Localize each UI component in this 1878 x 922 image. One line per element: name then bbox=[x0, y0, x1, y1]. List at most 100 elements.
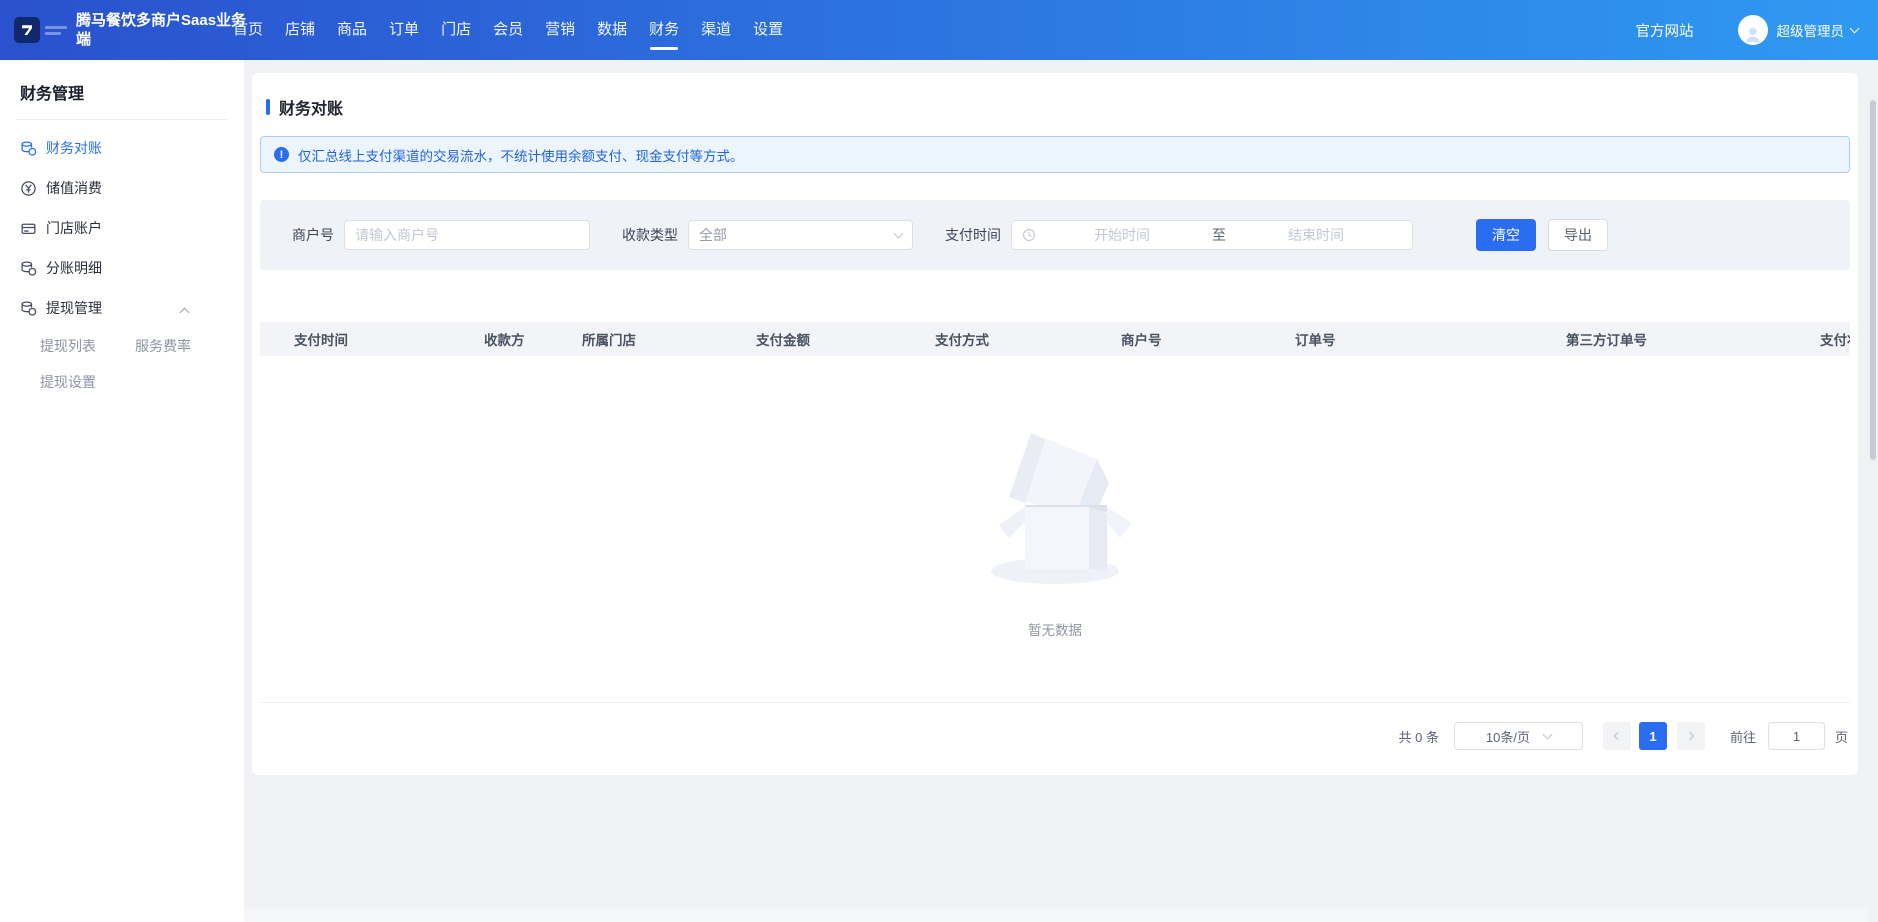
sidebar-title: 财务管理 bbox=[0, 60, 244, 104]
official-site-link[interactable]: 官方网站 bbox=[1636, 20, 1694, 41]
submenu-item-withdraw-settings[interactable]: 提现设置 bbox=[40, 364, 135, 400]
info-alert: ! 仅汇总线上支付渠道的交易流水，不统计使用余额支付、现金支付等方式。 bbox=[260, 136, 1850, 173]
header-right: 官方网站 超级管理员 bbox=[1636, 0, 1859, 60]
nav-item-goods[interactable]: 商品 bbox=[337, 0, 367, 60]
current-page-button[interactable]: 1 bbox=[1639, 722, 1667, 750]
sidebar-item-withdraw-management[interactable]: 提现管理 bbox=[0, 288, 244, 328]
nav-item-home[interactable]: 首页 bbox=[233, 0, 263, 60]
horizontal-scrollbar-track[interactable] bbox=[244, 908, 1868, 922]
user-icon bbox=[1742, 23, 1764, 45]
column-header-payee: 收款方 bbox=[484, 329, 582, 349]
vertical-scrollbar-thumb[interactable] bbox=[1870, 100, 1876, 460]
merchant-input[interactable] bbox=[344, 220, 590, 250]
submenu-item-service-rate[interactable]: 服务费率 bbox=[135, 328, 230, 364]
table-header-row: 支付时间 收款方 所属门店 支付金额 支付方式 商户号 订单号 第三方订单号 支… bbox=[260, 322, 1850, 356]
vertical-scrollbar-track bbox=[1868, 60, 1878, 908]
time-label: 支付时间 bbox=[945, 225, 1001, 245]
merchant-label: 商户号 bbox=[292, 225, 334, 245]
date-range-separator: 至 bbox=[1208, 225, 1230, 245]
sidebar-item-stored-value[interactable]: 储值消费 bbox=[0, 168, 244, 208]
type-label: 收款类型 bbox=[622, 225, 678, 245]
app-logo-icon bbox=[14, 17, 40, 43]
sidebar-item-label: 储值消费 bbox=[46, 178, 102, 198]
nav-item-members[interactable]: 会员 bbox=[493, 0, 523, 60]
empty-text: 暂无数据 bbox=[1028, 619, 1082, 639]
brand-subtext-decoration bbox=[45, 26, 67, 35]
withdraw-submenu: 提现列表 服务费率 提现设置 bbox=[0, 328, 244, 400]
nav-item-shop[interactable]: 店铺 bbox=[285, 0, 315, 60]
goto-label: 前往 bbox=[1730, 727, 1756, 746]
nav-item-stores[interactable]: 门店 bbox=[441, 0, 471, 60]
brand: 腾马餐饮多商户Saas业务端 bbox=[14, 0, 254, 60]
sidebar-item-label: 财务对账 bbox=[46, 138, 102, 158]
pagination: 共 0 条 10条/页 1 前往 页 bbox=[260, 722, 1848, 750]
empty-box-illustration bbox=[975, 419, 1135, 591]
column-header-pay-status: 支付状态 bbox=[1820, 329, 1850, 349]
date-range-picker[interactable]: 至 bbox=[1011, 220, 1413, 250]
page-size-select[interactable]: 10条/页 bbox=[1454, 722, 1583, 750]
end-time-input[interactable] bbox=[1230, 227, 1402, 243]
yuan-circle-icon bbox=[20, 180, 37, 197]
user-avatar[interactable] bbox=[1738, 15, 1768, 45]
sidebar-item-label: 分账明细 bbox=[46, 258, 102, 278]
sidebar-item-label: 门店账户 bbox=[46, 218, 102, 238]
clear-button[interactable]: 清空 bbox=[1476, 219, 1536, 251]
merchant-filter-group: 商户号 bbox=[292, 220, 590, 250]
start-time-input[interactable] bbox=[1036, 227, 1208, 243]
sidebar-item-split-detail[interactable]: 分账明细 bbox=[0, 248, 244, 288]
submenu-item-withdraw-list[interactable]: 提现列表 bbox=[40, 328, 135, 364]
user-menu-trigger[interactable]: 超级管理员 bbox=[1777, 20, 1859, 40]
alert-text: 仅汇总线上支付渠道的交易流水，不统计使用余额支付、现金支付等方式。 bbox=[298, 145, 744, 165]
clock-icon bbox=[1022, 228, 1036, 242]
nav-item-orders[interactable]: 订单 bbox=[389, 0, 419, 60]
type-select-value: 全部 bbox=[699, 225, 727, 245]
previous-page-button[interactable] bbox=[1603, 722, 1631, 750]
page-title-row: 财务对账 bbox=[252, 73, 1858, 119]
table-empty-state: 暂无数据 bbox=[260, 356, 1850, 703]
column-header-order-no: 订单号 bbox=[1295, 329, 1566, 349]
page-unit-label: 页 bbox=[1835, 727, 1848, 746]
nav-item-finance[interactable]: 财务 bbox=[649, 0, 679, 60]
nav-item-marketing[interactable]: 营销 bbox=[545, 0, 575, 60]
goto-page-input[interactable] bbox=[1768, 722, 1825, 750]
user-name: 超级管理员 bbox=[1777, 20, 1845, 40]
chevron-left-icon bbox=[1614, 732, 1622, 740]
content-card: 财务对账 ! 仅汇总线上支付渠道的交易流水，不统计使用余额支付、现金支付等方式。… bbox=[252, 73, 1858, 775]
column-header-store: 所属门店 bbox=[582, 329, 756, 349]
brand-title: 腾马餐饮多商户Saas业务端 bbox=[76, 11, 254, 49]
nav-item-data[interactable]: 数据 bbox=[597, 0, 627, 60]
page-title: 财务对账 bbox=[279, 95, 343, 119]
sidebar-item-reconciliation[interactable]: 财务对账 bbox=[0, 128, 244, 168]
coins-stack-icon bbox=[20, 260, 37, 277]
column-header-pay-method: 支付方式 bbox=[935, 329, 1121, 349]
chevron-up-icon[interactable] bbox=[180, 308, 190, 318]
type-select[interactable]: 全部 bbox=[688, 220, 913, 250]
sidebar-item-label: 提现管理 bbox=[46, 298, 102, 318]
filter-panel: 商户号 收款类型 全部 支付时间 至 清空 导出 bbox=[260, 200, 1850, 270]
coins-stack-icon bbox=[20, 300, 37, 317]
sidebar: 财务管理 财务对账 储值消费 门店账户 分账明细 bbox=[0, 60, 244, 922]
export-button[interactable]: 导出 bbox=[1548, 219, 1608, 251]
next-page-button[interactable] bbox=[1677, 722, 1705, 750]
app-header: 腾马餐饮多商户Saas业务端 首页 店铺 商品 订单 门店 会员 营销 数据 财… bbox=[0, 0, 1878, 60]
column-header-third-party-order-no: 第三方订单号 bbox=[1566, 329, 1820, 349]
wallet-card-icon bbox=[20, 220, 37, 237]
column-header-merchant-no: 商户号 bbox=[1121, 329, 1295, 349]
ledger-coins-icon bbox=[20, 140, 37, 157]
sidebar-menu: 财务对账 储值消费 门店账户 分账明细 提现管理 bbox=[0, 120, 244, 400]
chevron-down-icon bbox=[894, 228, 904, 238]
chevron-right-icon bbox=[1686, 732, 1694, 740]
time-filter-group: 支付时间 至 bbox=[945, 220, 1413, 250]
top-nav: 首页 店铺 商品 订单 门店 会员 营销 数据 财务 渠道 设置 bbox=[233, 0, 805, 60]
type-filter-group: 收款类型 全部 bbox=[622, 220, 913, 250]
nav-item-settings[interactable]: 设置 bbox=[753, 0, 783, 60]
info-icon: ! bbox=[274, 147, 289, 162]
nav-item-channels[interactable]: 渠道 bbox=[701, 0, 731, 60]
pagination-total: 共 0 条 bbox=[1399, 727, 1439, 746]
title-accent-bar bbox=[266, 99, 270, 115]
chevron-down-icon bbox=[1850, 23, 1860, 33]
chevron-down-icon bbox=[1543, 729, 1553, 739]
column-header-amount: 支付金额 bbox=[756, 329, 935, 349]
sidebar-item-store-account[interactable]: 门店账户 bbox=[0, 208, 244, 248]
column-header-pay-time: 支付时间 bbox=[294, 329, 484, 349]
